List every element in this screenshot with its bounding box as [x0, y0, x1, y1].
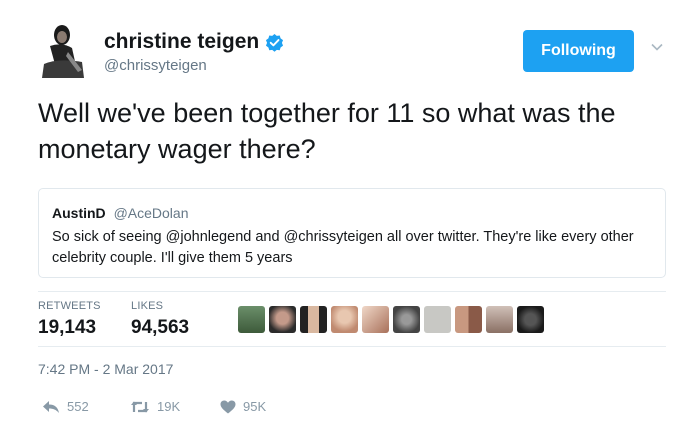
- display-name[interactable]: christine teigen: [104, 30, 259, 54]
- retweets-count: 19,143: [38, 317, 97, 338]
- verified-badge-icon: [265, 33, 284, 52]
- liker-avatar[interactable]: [486, 306, 513, 333]
- retweet-count: 19K: [157, 399, 181, 414]
- reply-button[interactable]: 552: [42, 399, 89, 414]
- tweet-timestamp[interactable]: 7:42 PM - 2 Mar 2017: [38, 361, 173, 377]
- quoted-tweet-text: So sick of seeing @johnlegend and @chris…: [52, 229, 634, 266]
- reply-count: 552: [67, 399, 89, 414]
- divider: [38, 346, 666, 347]
- liker-avatar[interactable]: [269, 306, 296, 333]
- liker-avatar[interactable]: [424, 306, 451, 333]
- liker-avatar[interactable]: [455, 306, 482, 333]
- retweets-stat[interactable]: RETWEETS 19,143: [38, 300, 101, 339]
- liker-avatar[interactable]: [300, 306, 327, 333]
- reply-icon: [42, 400, 60, 414]
- liker-avatars: [238, 306, 544, 333]
- likes-count: 94,563: [131, 317, 190, 338]
- user-handle[interactable]: @chrissyteigen: [104, 57, 207, 74]
- liker-avatar[interactable]: [393, 306, 420, 333]
- heart-icon: [220, 400, 236, 414]
- like-button[interactable]: 95K: [220, 399, 266, 414]
- retweet-icon: [130, 400, 150, 414]
- likes-label: LIKES: [131, 300, 164, 312]
- divider: [38, 291, 666, 292]
- retweets-label: RETWEETS: [38, 300, 101, 312]
- liker-avatar[interactable]: [362, 306, 389, 333]
- like-count: 95K: [243, 399, 267, 414]
- avatar[interactable]: [38, 22, 90, 80]
- tweet-text: Well we've been together for 11 so what …: [38, 98, 616, 164]
- retweet-button[interactable]: 19K: [130, 399, 180, 414]
- quoted-tweet[interactable]: AustinD @AceDolan So sick of seeing @joh…: [38, 188, 666, 278]
- liker-avatar[interactable]: [238, 306, 265, 333]
- quoted-author-name: AustinD: [52, 205, 106, 221]
- quoted-author-handle: @AceDolan: [113, 205, 189, 221]
- following-button[interactable]: Following: [523, 30, 634, 72]
- liker-avatar[interactable]: [517, 306, 544, 333]
- likes-stat[interactable]: LIKES 94,563: [131, 300, 189, 339]
- liker-avatar[interactable]: [331, 306, 358, 333]
- chevron-down-icon[interactable]: [650, 40, 664, 54]
